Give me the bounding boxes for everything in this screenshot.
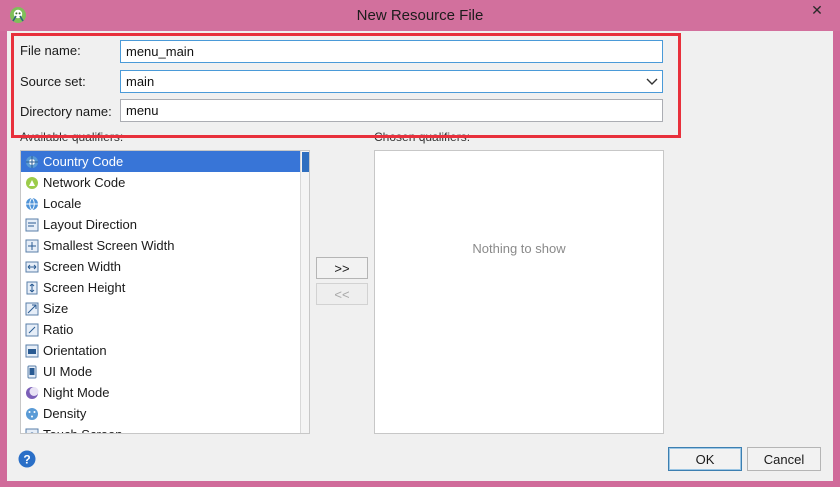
ratio-icon <box>25 323 39 336</box>
close-icon: ✕ <box>811 1 823 18</box>
density-icon <box>26 407 38 420</box>
available-qualifiers-label: Available qualifiers: <box>20 130 124 144</box>
ok-button[interactable]: OK <box>668 447 742 471</box>
list-item-label: Ratio <box>43 322 74 337</box>
list-item-label: Country Code <box>43 154 124 169</box>
list-scrollbar[interactable] <box>300 151 309 433</box>
list-item-label: Orientation <box>43 343 107 358</box>
country-code-icon <box>26 155 38 168</box>
list-item[interactable]: Ratio <box>21 319 301 340</box>
list-item[interactable]: Orientation <box>21 340 301 361</box>
screen-width-icon <box>25 261 39 272</box>
network-code-icon <box>26 176 38 189</box>
list-item[interactable]: Touch Screen <box>21 424 301 433</box>
scrollbar-thumb[interactable] <box>302 152 309 172</box>
available-qualifiers-list[interactable]: Country Code Network Code Locale Layout Dir… <box>20 150 310 434</box>
list-item-label: Night Mode <box>43 385 110 400</box>
list-item[interactable]: Smallest Screen Width <box>21 235 301 256</box>
list-item[interactable]: Size <box>21 298 301 319</box>
file-name-input[interactable] <box>120 40 663 63</box>
remove-qualifier-button[interactable]: << <box>316 283 368 305</box>
ui-mode-icon <box>27 365 37 378</box>
size-icon <box>25 302 39 315</box>
list-item-label: Locale <box>43 196 82 211</box>
night-mode-icon <box>26 386 39 399</box>
cancel-button[interactable]: Cancel <box>747 447 821 471</box>
svg-text:?: ? <box>23 453 30 467</box>
add-qualifier-button[interactable]: >> <box>316 257 368 279</box>
list-item-label: Screen Height <box>43 280 126 295</box>
touch-screen-icon <box>25 428 39 433</box>
chevron-down-icon <box>646 78 658 85</box>
directory-name-label: Directory name: <box>20 104 112 119</box>
empty-state-text: Nothing to show <box>472 241 566 256</box>
list-item[interactable]: Night Mode <box>21 382 301 403</box>
window-title: New Resource File <box>356 7 484 24</box>
list-item-label: Screen Width <box>43 259 122 274</box>
title-bar: New Resource File ✕ <box>0 0 840 31</box>
layout-direction-icon <box>25 218 39 231</box>
list-item[interactable]: Locale <box>21 193 301 214</box>
source-set-value: main <box>126 74 155 89</box>
chosen-qualifiers-label: Chosen qualifiers: <box>374 130 471 144</box>
list-item-label: Network Code <box>43 175 126 190</box>
chosen-qualifiers-list[interactable]: Nothing to show <box>374 150 664 434</box>
source-set-label: Source set: <box>20 74 86 89</box>
list-item-label: Layout Direction <box>43 217 137 232</box>
help-icon[interactable]: ? <box>18 450 36 468</box>
screen-height-icon <box>26 281 38 294</box>
globe-icon <box>26 197 38 210</box>
list-item[interactable]: Country Code <box>21 151 301 172</box>
directory-name-input[interactable] <box>120 99 663 122</box>
list-item-label: Smallest Screen Width <box>43 238 175 253</box>
list-item[interactable]: Screen Height <box>21 277 301 298</box>
file-name-label: File name: <box>20 43 81 58</box>
list-item-label: Size <box>43 301 69 316</box>
list-item[interactable]: Density <box>21 403 301 424</box>
list-item[interactable]: Network Code <box>21 172 301 193</box>
list-item[interactable]: Layout Direction <box>21 214 301 235</box>
list-item-label: Touch Screen <box>43 427 123 433</box>
close-button[interactable]: ✕ <box>800 0 834 20</box>
list-item-label: Density <box>43 406 87 421</box>
smallest-screen-width-icon <box>25 239 39 252</box>
list-item-label: UI Mode <box>43 364 93 379</box>
source-set-select[interactable]: main <box>120 70 663 93</box>
orientation-icon <box>25 344 39 357</box>
list-item[interactable]: UI Mode <box>21 361 301 382</box>
list-item[interactable]: Screen Width <box>21 256 301 277</box>
